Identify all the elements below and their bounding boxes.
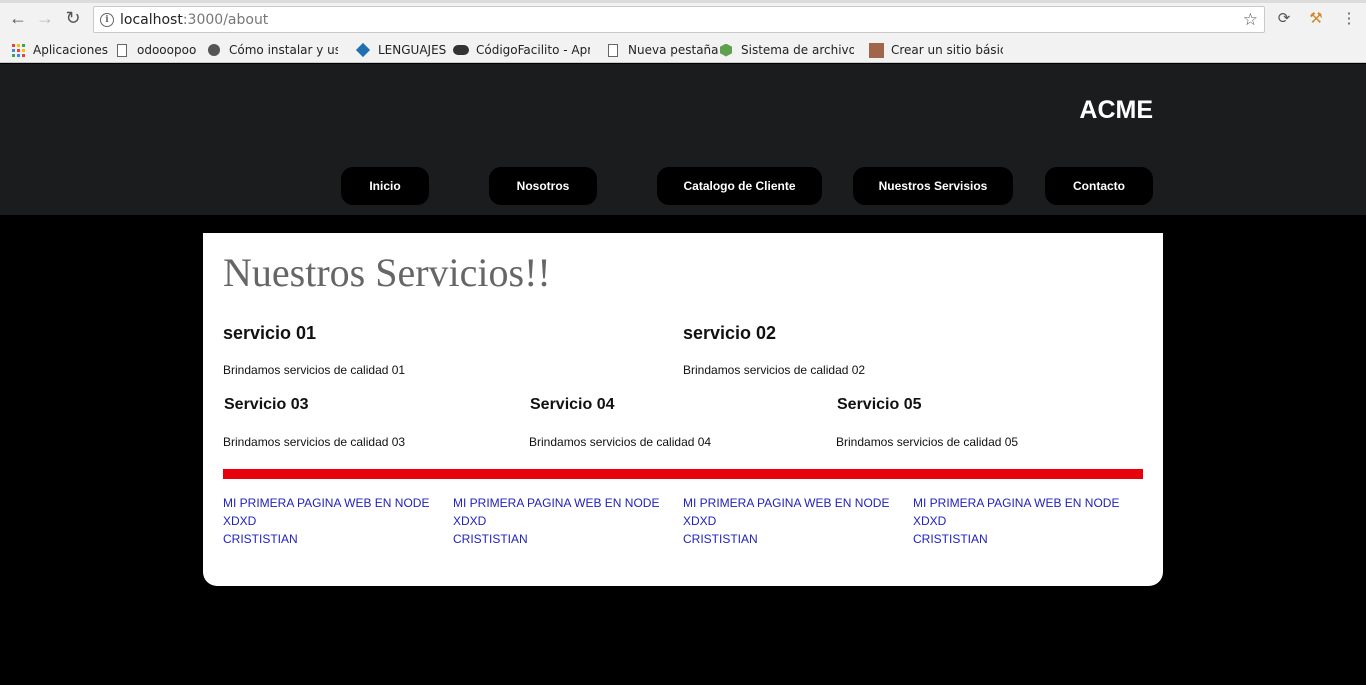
footer-title: MI PRIMERA PAGINA WEB EN NODE: [223, 496, 430, 510]
back-icon[interactable]: ←: [8, 8, 28, 28]
nodejs-icon: [718, 42, 734, 58]
url-host: localhost: [120, 11, 183, 28]
bookmark-star-icon[interactable]: ☆: [1243, 10, 1258, 30]
footer-subtitle: XDXD: [913, 514, 947, 528]
sync-extension-icon[interactable]: ⟳: [1275, 9, 1293, 27]
footer-author: CRISTISTIAN: [453, 532, 528, 546]
footer-subtitle: XDXD: [453, 514, 487, 528]
footer-column: MI PRIMERA PAGINA WEB EN NODE XDXD CRIST…: [453, 494, 683, 548]
page-icon: [114, 42, 130, 58]
menu-icon[interactable]: ⋮: [1340, 9, 1358, 27]
bookmark-lenguajes[interactable]: LENGUAJES: [355, 41, 446, 59]
nav-item-nosotros[interactable]: Nosotros: [489, 167, 597, 205]
footer-author: CRISTISTIAN: [683, 532, 758, 546]
footer-column: MI PRIMERA PAGINA WEB EN NODE XDXD CRIST…: [683, 494, 913, 548]
footer-subtitle: XDXD: [223, 514, 257, 528]
browser-toolbar: ← → ↻ i localhost:3000/about ☆ ⟳ ⚒ ⋮: [0, 0, 1366, 36]
tab-strip-edge: [0, 0, 1366, 3]
nav-item-servicios[interactable]: Nuestros Servisios: [853, 167, 1013, 205]
page-title: Nuestros Servicios!!: [223, 250, 551, 295]
bookmark-label: Nueva pestaña: [628, 43, 719, 57]
service-title: servicio 01: [223, 323, 317, 343]
service-title: servicio 02: [683, 323, 777, 343]
address-bar[interactable]: i localhost:3000/about ☆: [93, 6, 1265, 33]
bookmark-label: odooopoo: [137, 43, 197, 57]
service-text: Brindamos servicios de calidad 02: [683, 363, 866, 377]
diamond-icon: [355, 42, 371, 58]
footer-author: CRISTISTIAN: [913, 532, 988, 546]
reload-icon[interactable]: ↻: [63, 8, 83, 28]
footer-author: CRISTISTIAN: [223, 532, 298, 546]
service-text: Brindamos servicios de calidad 04: [529, 435, 712, 449]
bookmark-sistema-archivos[interactable]: Sistema de archivos |: [718, 41, 854, 59]
nav-item-inicio[interactable]: Inicio: [341, 167, 429, 205]
bookmark-crear-sitio[interactable]: Crear un sitio básico: [868, 41, 1003, 59]
avatar-icon: [206, 42, 222, 58]
codigofacilito-icon: [453, 42, 469, 58]
photo-icon: [868, 42, 884, 58]
bookmark-label: LENGUAJES: [378, 43, 447, 57]
url-text[interactable]: localhost:3000/about: [120, 12, 268, 28]
footer-subtitle: XDXD: [683, 514, 717, 528]
footer-column: MI PRIMERA PAGINA WEB EN NODE XDXD CRIST…: [913, 494, 1143, 548]
service-title: Servicio 04: [530, 396, 615, 413]
divider-bar: [223, 469, 1143, 479]
info-icon[interactable]: i: [100, 12, 114, 27]
forward-icon[interactable]: →: [35, 8, 55, 28]
nav-item-catalogo[interactable]: Catalogo de Cliente: [657, 167, 822, 205]
bookmark-codigofacilito[interactable]: CódigoFacilito - Apre: [453, 41, 590, 59]
bookmark-label: Crear un sitio básico: [891, 43, 1003, 57]
footer-column: MI PRIMERA PAGINA WEB EN NODE XDXD CRIST…: [223, 494, 453, 548]
bookmark-label: Sistema de archivos |: [741, 43, 854, 57]
bookmark-nueva-pestana[interactable]: Nueva pestaña: [605, 41, 719, 59]
service-text: Brindamos servicios de calidad 03: [223, 435, 406, 449]
service-title: Servicio 03: [224, 396, 309, 413]
service-text: Brindamos servicios de calidad 05: [836, 435, 1019, 449]
bookmark-odooopoo[interactable]: odooopoo: [114, 41, 196, 59]
footer-title: MI PRIMERA PAGINA WEB EN NODE: [913, 496, 1120, 510]
service-title: Servicio 05: [837, 396, 922, 413]
page-icon: [605, 42, 621, 58]
bookmark-label: CódigoFacilito - Apre: [476, 43, 590, 57]
footer-title: MI PRIMERA PAGINA WEB EN NODE: [683, 496, 890, 510]
hammer-extension-icon[interactable]: ⚒: [1307, 9, 1325, 27]
footer-title: MI PRIMERA PAGINA WEB EN NODE: [453, 496, 660, 510]
service-text: Brindamos servicios de calidad 01: [223, 363, 406, 377]
bookmark-apps[interactable]: Aplicaciones: [10, 41, 108, 59]
bookmark-label: Cómo instalar y usar: [229, 43, 338, 57]
nav-item-contacto[interactable]: Contacto: [1045, 167, 1153, 205]
brand-logo[interactable]: ACME: [1079, 96, 1153, 125]
apps-grid-icon: [10, 42, 26, 58]
bookmark-como-instalar[interactable]: Cómo instalar y usar: [206, 41, 338, 59]
bookmark-label: Aplicaciones: [33, 43, 108, 57]
url-path: :3000/about: [182, 11, 269, 28]
